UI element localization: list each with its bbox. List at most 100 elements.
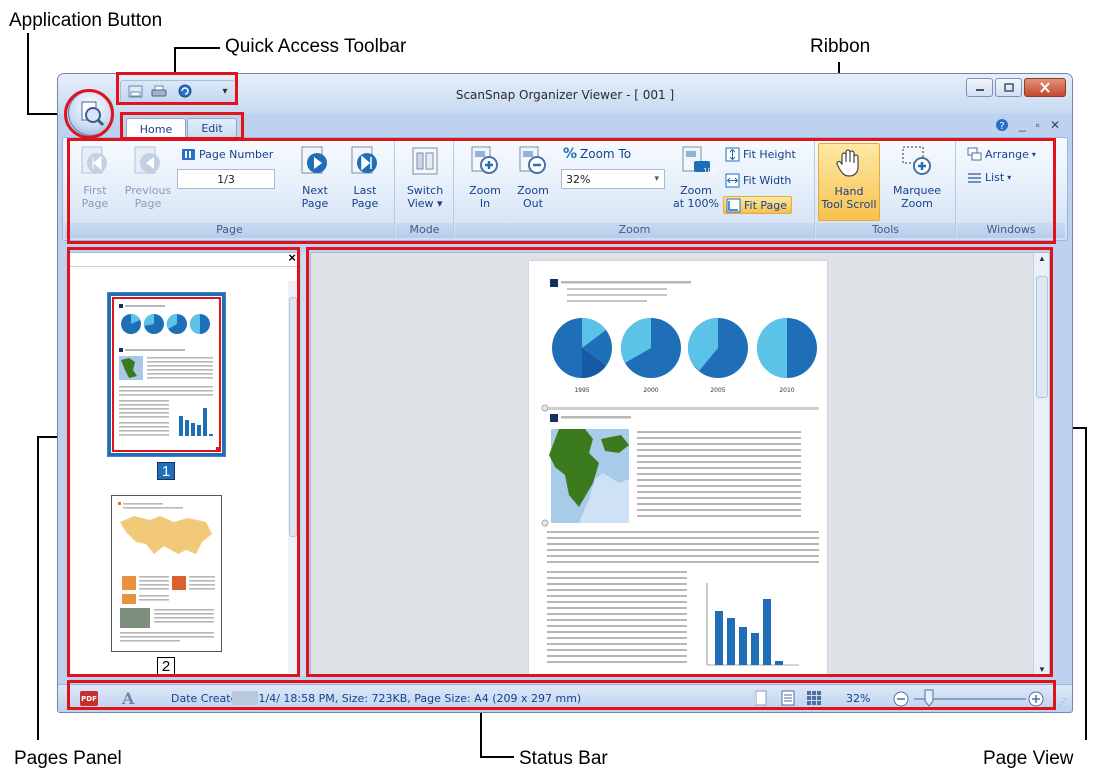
fit-page-button[interactable]: Fit Page	[723, 196, 793, 214]
pie-label-2005: 2005	[710, 387, 725, 394]
page-thumbnail-2[interactable]	[111, 495, 222, 652]
zoom-to-select[interactable]: 32% ▾	[561, 169, 665, 189]
leader-line	[37, 436, 39, 740]
pie-chart-2010	[757, 318, 817, 378]
arrange-label: Arrange	[985, 147, 1029, 161]
single-page-view-icon[interactable]	[752, 690, 770, 711]
page-view-scrollbar[interactable]: ▲ ▼	[1033, 253, 1049, 675]
title-bar[interactable]: ▾ ScanSnap Organizer Viewer - [ 001 ]	[58, 74, 1072, 114]
page-thumbnail-1[interactable]	[107, 292, 226, 457]
group-label-windows: Windows	[957, 223, 1065, 238]
list-label: List	[985, 170, 1005, 184]
window-title: ScanSnap Organizer Viewer - [ 001 ]	[455, 88, 675, 102]
first-page-label: First Page	[81, 184, 109, 210]
mdi-controls: ? _ ▫ ✕	[995, 118, 1060, 132]
fit-width-label: Fit Width	[743, 173, 792, 187]
pdf-icon: PDF	[80, 691, 98, 706]
switch-view-icon	[412, 147, 438, 175]
fit-width-button[interactable]: Fit Width	[725, 171, 791, 189]
page-number-input[interactable]: 1/3	[177, 169, 275, 189]
zoom-percentage: 32%	[846, 692, 871, 705]
switch-view-label: Switch View ▾	[406, 184, 444, 210]
page-view-icon[interactable]	[781, 690, 795, 711]
maximize-icon[interactable]	[995, 78, 1022, 97]
close-icon[interactable]	[1024, 78, 1066, 97]
close-icon[interactable]: ×	[288, 250, 296, 265]
switch-view-button[interactable]: Switch View ▾	[399, 143, 451, 221]
previous-page-button[interactable]: Previous Page	[119, 143, 177, 221]
marquee-zoom-button[interactable]: Marquee Zoom	[886, 143, 948, 221]
callout-status-bar: Status Bar	[519, 748, 608, 769]
status-bar: PDF A Date Created: 11/4/ 18:58 PM, Size…	[58, 684, 1072, 712]
marquee-zoom-icon	[902, 146, 931, 175]
window-controls	[966, 78, 1066, 97]
ribbon-group-mode: Switch View ▾ Mode	[396, 141, 454, 238]
group-label-zoom: Zoom	[455, 223, 814, 238]
resize-grip-icon[interactable]: ⋰	[1058, 697, 1067, 708]
next-page-button[interactable]: Next Page	[289, 143, 341, 221]
fit-height-button[interactable]: Fit Height	[725, 145, 796, 163]
scroll-up-icon[interactable]: ▲	[1038, 254, 1046, 263]
pie-label-2000: 2000	[643, 387, 658, 394]
scroll-down-icon[interactable]: ▼	[1038, 665, 1046, 674]
leader-line	[27, 33, 29, 115]
pages-panel-header: ×	[70, 250, 299, 267]
zoom-in-button[interactable]: Zoom In	[459, 143, 511, 221]
last-page-label: Last Page	[351, 184, 379, 210]
zoom-out-icon[interactable]	[893, 691, 909, 712]
zoom-out-button[interactable]: Zoom Out	[507, 143, 559, 221]
callout-pages-panel: Pages Panel	[14, 748, 122, 769]
hand-tool-scroll-button[interactable]: Hand Tool Scroll	[818, 143, 880, 221]
zoom-in-icon	[471, 146, 498, 174]
zoom-to-label: % Zoom To	[563, 145, 631, 163]
redacted-area	[232, 691, 258, 705]
first-page-button[interactable]: First Page	[69, 143, 121, 221]
tab-edit[interactable]: Edit	[187, 118, 237, 138]
hand-icon	[836, 149, 859, 177]
scansnap-icon	[81, 101, 105, 127]
mdi-restore-icon[interactable]: ▫	[1036, 118, 1040, 132]
panel-splitter[interactable]	[301, 252, 309, 676]
list-icon	[968, 172, 981, 183]
help-icon[interactable]: ?	[995, 118, 1009, 132]
ribbon-group-windows: Arrange ▾ List ▾ Windows	[957, 141, 1065, 238]
callout-ribbon: Ribbon	[810, 36, 871, 57]
page-number-badge: 2	[157, 657, 175, 675]
callout-application-button: Application Button	[9, 10, 163, 31]
ribbon-group-page: First Page Previous Page Page Number 1/3…	[65, 141, 395, 238]
next-page-icon	[301, 146, 327, 174]
list-button[interactable]: List ▾	[967, 168, 1011, 186]
fit-width-icon	[725, 173, 740, 187]
arrange-button[interactable]: Arrange ▾	[967, 145, 1036, 163]
pie-chart-1995	[552, 318, 612, 378]
tab-home[interactable]: Home	[126, 118, 186, 139]
scrollbar-thumb[interactable]	[1036, 276, 1048, 398]
previous-page-label: Previous Page	[124, 184, 172, 210]
grid-view-icon[interactable]	[806, 690, 822, 711]
pages-panel-scrollbar[interactable]	[288, 281, 298, 673]
mdi-close-icon[interactable]: ✕	[1050, 118, 1060, 132]
zoom-100-label: Zoom at 100%	[673, 184, 719, 210]
page-view[interactable]: 1995 2000 2005 2010 ▲ ▼	[310, 252, 1050, 676]
zoom-in-icon[interactable]	[1028, 691, 1044, 712]
last-page-icon	[351, 146, 377, 174]
ribbon: First Page Previous Page Page Number 1/3…	[62, 137, 1068, 241]
hand-tool-scroll-label: Hand Tool Scroll	[821, 185, 877, 211]
zoom-slider-handle[interactable]	[924, 689, 934, 712]
chevron-down-icon: ▾	[1007, 172, 1012, 182]
pie-chart-2005	[687, 318, 748, 378]
application-button[interactable]	[68, 90, 114, 136]
document-page: 1995 2000 2005 2010	[529, 261, 827, 675]
scrollbar-thumb[interactable]	[289, 297, 297, 537]
group-label-page: Page	[65, 223, 394, 238]
zoom-100-button[interactable]: Zoom at 100%	[669, 143, 723, 221]
callout-quick-access-toolbar: Quick Access Toolbar	[225, 36, 407, 57]
page-number-icon	[182, 148, 195, 160]
minimize-icon[interactable]	[966, 78, 993, 97]
mdi-minimize-icon[interactable]: _	[1019, 118, 1026, 132]
last-page-button[interactable]: Last Page	[339, 143, 391, 221]
pie-chart-2000	[620, 318, 681, 378]
group-label-mode: Mode	[396, 223, 453, 238]
group-label-tools: Tools	[816, 223, 955, 238]
chevron-down-icon[interactable]: ▾	[654, 174, 659, 184]
